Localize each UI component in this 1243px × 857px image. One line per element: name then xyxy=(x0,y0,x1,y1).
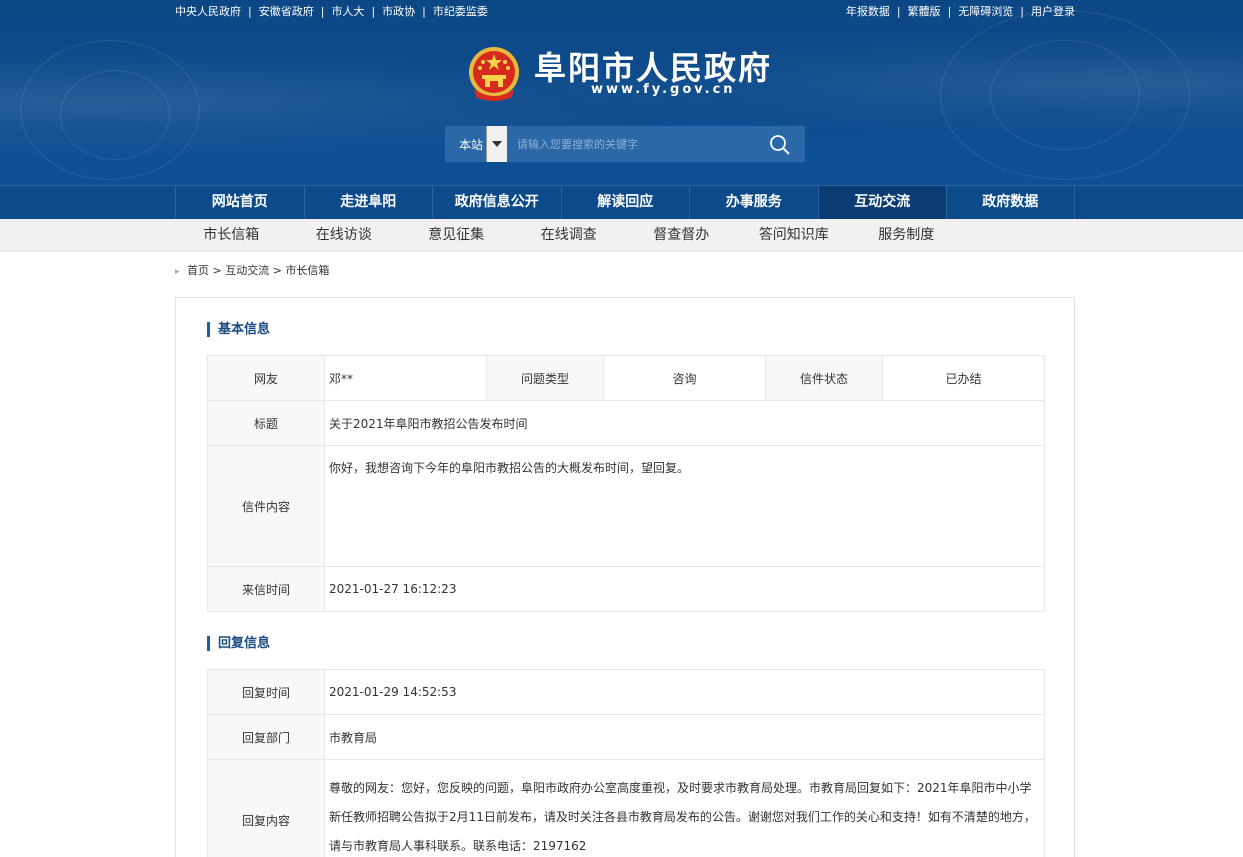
national-emblem-icon xyxy=(469,47,519,101)
top-link-cppcc[interactable]: 市政协 xyxy=(382,5,415,18)
top-links-right: 年报数据 | 繁體版 | 无障碍浏览 | 用户登录 xyxy=(845,5,1075,18)
table-row: 标题 关于2021年阜阳市教招公告发布时间 xyxy=(207,400,1045,446)
letter-detail-panel: 基本信息 网友 邓** 问题类型 咨询 信件状态 已办结 标题 关于2021年阜… xyxy=(175,297,1075,857)
sub-nav: 市长信箱 在线访谈 意见征集 在线调查 督查督办 答问知识库 服务制度 xyxy=(0,219,1243,252)
content-value: 你好，我想咨询下今年的阜阳市教招公告的大概发布时间，望回复。 xyxy=(324,445,1045,567)
reply-content-value: 尊敬的网友：您好，您反映的问题，阜阳市政府办公室高度重视，及时要求市教育局处理。… xyxy=(324,759,1045,857)
nav-about-fuyang[interactable]: 走进阜阳 xyxy=(303,186,433,219)
reply-dept-value: 市教育局 xyxy=(324,714,1045,760)
subject-label: 标题 xyxy=(207,400,325,446)
breadcrumb-current: 市长信箱 xyxy=(285,264,330,277)
top-link-discipline[interactable]: 市纪委监委 xyxy=(433,5,488,18)
table-row: 回复内容 尊敬的网友：您好，您反映的问题，阜阳市政府办公室高度重视，及时要求市教… xyxy=(207,759,1045,857)
subnav-mayor-mailbox[interactable]: 市长信箱 xyxy=(175,219,288,252)
nav-info-disclosure[interactable]: 政府信息公开 xyxy=(432,186,561,219)
status-label: 信件状态 xyxy=(765,355,883,401)
breadcrumb-home[interactable]: 首页 xyxy=(187,264,209,277)
content-label: 信件内容 xyxy=(207,445,325,567)
table-row: 来信时间 2021-01-27 16:12:23 xyxy=(207,566,1045,612)
subnav-service-system[interactable]: 服务制度 xyxy=(850,219,963,252)
subnav-opinion-collection[interactable]: 意见征集 xyxy=(400,219,513,252)
nav-interaction[interactable]: 互动交流 xyxy=(817,186,946,219)
breadcrumb: ▸ 首页 > 互动交流 > 市长信箱 xyxy=(175,264,330,277)
subnav-online-survey[interactable]: 在线调查 xyxy=(513,219,626,252)
top-link-login[interactable]: 用户登录 xyxy=(1031,5,1075,18)
subnav-qa-knowledge[interactable]: 答问知识库 xyxy=(738,219,851,252)
top-links-left: 中央人民政府 | 安徽省政府 | 市人大 | 市政协 | 市纪委监委 xyxy=(175,5,488,18)
search-scope-dropdown[interactable] xyxy=(486,126,507,162)
decor-flower xyxy=(60,70,170,160)
basic-info-title: 基本信息 xyxy=(207,322,270,337)
type-label: 问题类型 xyxy=(486,355,604,401)
netizen-label: 网友 xyxy=(207,355,325,401)
reply-info-table: 回复时间 2021-01-29 14:52:53 回复部门 市教育局 回复内容 … xyxy=(207,669,1045,857)
table-row: 信件内容 你好，我想咨询下今年的阜阳市教招公告的大概发布时间，望回复。 xyxy=(207,445,1045,567)
nav-interpretation[interactable]: 解读回应 xyxy=(560,186,690,219)
top-link-accessibility[interactable]: 无障碍浏览 xyxy=(958,5,1013,18)
top-link-central-gov[interactable]: 中央人民政府 xyxy=(175,5,241,18)
search-icon[interactable] xyxy=(769,134,791,156)
breadcrumb-section[interactable]: 互动交流 xyxy=(225,264,269,277)
location-icon: ▸ xyxy=(175,267,180,277)
main-nav: 网站首页 走进阜阳 政府信息公开 解读回应 办事服务 互动交流 政府数据 xyxy=(0,185,1243,219)
table-row: 网友 邓** 问题类型 咨询 信件状态 已办结 xyxy=(207,355,1045,401)
nav-services[interactable]: 办事服务 xyxy=(689,186,818,219)
basic-info-table: 网友 邓** 问题类型 咨询 信件状态 已办结 标题 关于2021年阜阳市教招公… xyxy=(207,355,1045,612)
decor-flower xyxy=(990,40,1140,150)
top-link-anhui-gov[interactable]: 安徽省政府 xyxy=(259,5,314,18)
nav-home[interactable]: 网站首页 xyxy=(175,186,304,219)
status-value: 已办结 xyxy=(882,355,1045,401)
site-url: www.fy.gov.cn xyxy=(591,82,736,97)
netizen-value: 邓** xyxy=(324,355,487,401)
nav-gov-data[interactable]: 政府数据 xyxy=(946,186,1075,219)
top-link-npc[interactable]: 市人大 xyxy=(331,5,364,18)
top-link-traditional[interactable]: 繁體版 xyxy=(908,5,941,18)
type-value: 咨询 xyxy=(603,355,766,401)
reply-content-label: 回复内容 xyxy=(207,759,325,857)
table-row: 回复时间 2021-01-29 14:52:53 xyxy=(207,669,1045,715)
search-scope-label[interactable]: 本站 xyxy=(459,136,483,153)
reply-info-title: 回复信息 xyxy=(207,636,270,651)
search-input[interactable] xyxy=(517,134,757,154)
search-bar: 本站 xyxy=(445,126,805,162)
top-link-annual-data[interactable]: 年报数据 xyxy=(846,5,890,18)
chevron-down-icon xyxy=(492,141,502,147)
subject-value: 关于2021年阜阳市教招公告发布时间 xyxy=(324,400,1045,446)
letter-time-label: 来信时间 xyxy=(207,566,325,612)
subnav-online-interview[interactable]: 在线访谈 xyxy=(288,219,401,252)
reply-time-label: 回复时间 xyxy=(207,669,325,715)
site-header: 中央人民政府 | 安徽省政府 | 市人大 | 市政协 | 市纪委监委 年报数据 | 繁體版 | 无障碍浏… xyxy=(0,0,1243,185)
subnav-supervision[interactable]: 督查督办 xyxy=(625,219,738,252)
table-row: 回复部门 市教育局 xyxy=(207,714,1045,760)
reply-time-value: 2021-01-29 14:52:53 xyxy=(324,669,1045,715)
letter-time-value: 2021-01-27 16:12:23 xyxy=(324,566,1045,612)
reply-dept-label: 回复部门 xyxy=(207,714,325,760)
